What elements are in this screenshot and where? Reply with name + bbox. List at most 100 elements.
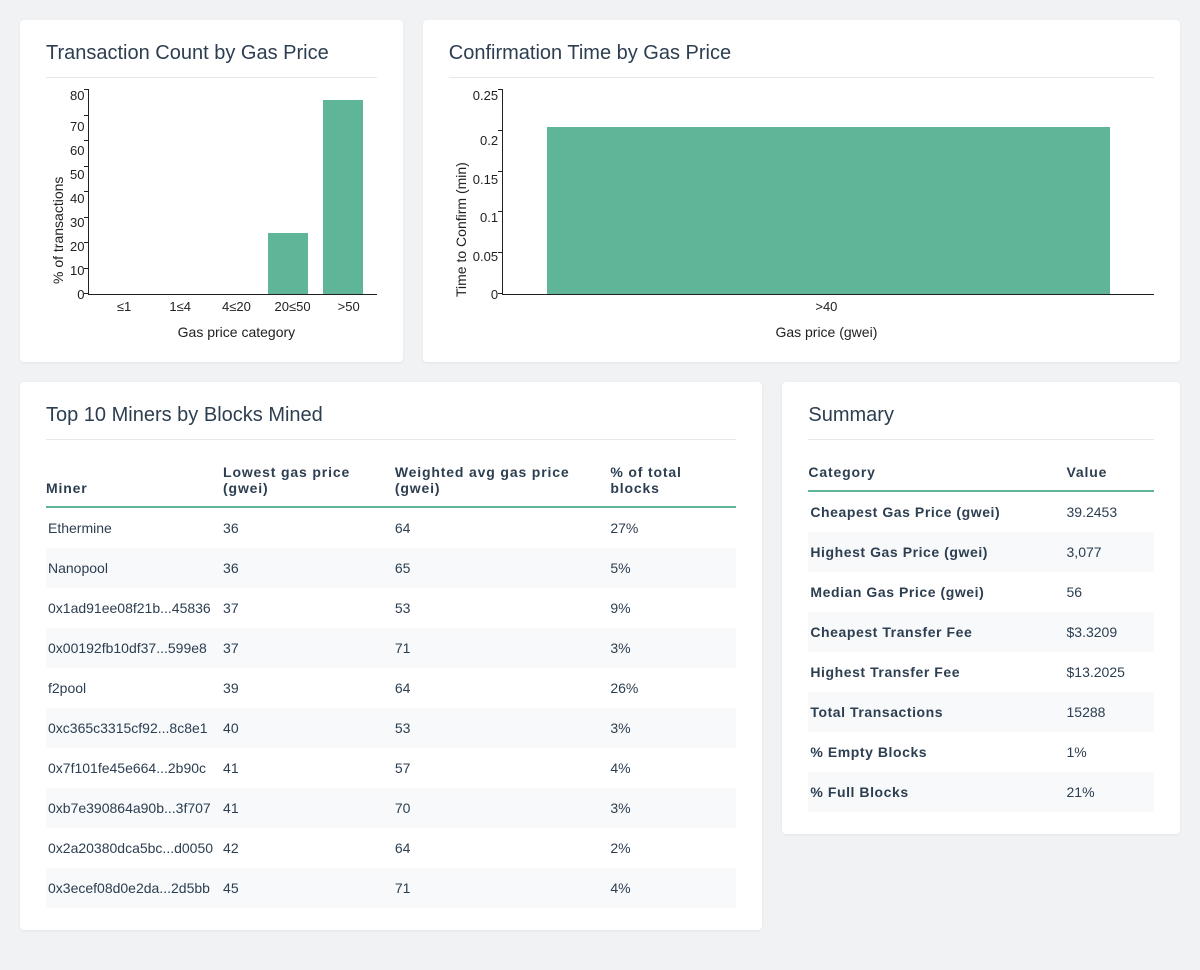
y-tick: 80 <box>70 89 84 102</box>
table-row: 0x3ecef08d0e2da...2d5bb45714% <box>46 868 736 908</box>
x-tick: >50 <box>321 299 377 314</box>
cell-value: 1% <box>1067 732 1154 772</box>
cell-category: % Full Blocks <box>808 772 1066 812</box>
chart-title: Transaction Count by Gas Price <box>46 42 377 78</box>
cell-lowest: 41 <box>223 788 395 828</box>
cell-value: 3,077 <box>1067 532 1154 572</box>
bar-slot <box>151 90 206 294</box>
y-axis: 0.250.20.150.10.050 <box>473 90 502 295</box>
cell-lowest: 37 <box>223 588 395 628</box>
section-title: Top 10 Miners by Blocks Mined <box>46 404 736 440</box>
table-row: Cheapest Transfer Fee$3.3209 <box>808 612 1154 652</box>
cell-weighted: 71 <box>395 868 610 908</box>
chart-body: 80706050403020100 ≤11≤44≤2020≤50>50 Gas … <box>70 90 377 340</box>
bar-slot <box>316 90 371 294</box>
cell-weighted: 53 <box>395 708 610 748</box>
miners-card: Top 10 Miners by Blocks Mined Miner Lowe… <box>20 382 762 930</box>
table-row: 0xb7e390864a90b...3f70741703% <box>46 788 736 828</box>
chart-area: % of transactions 80706050403020100 ≤11≤… <box>46 90 377 340</box>
bar-slot <box>509 90 1148 294</box>
table-row: 0x00192fb10df37...599e837713% <box>46 628 736 668</box>
cell-pct: 5% <box>610 548 736 588</box>
y-tick: 0 <box>491 288 498 301</box>
y-tick: 40 <box>70 192 84 205</box>
cell-value: 15288 <box>1067 692 1154 732</box>
y-tick: 30 <box>70 216 84 229</box>
cell-pct: 26% <box>610 668 736 708</box>
cell-miner: 0xb7e390864a90b...3f707 <box>46 788 223 828</box>
cell-value: $13.2025 <box>1067 652 1154 692</box>
cell-lowest: 45 <box>223 868 395 908</box>
cell-weighted: 64 <box>395 828 610 868</box>
x-tick: ≤1 <box>96 299 152 314</box>
cell-category: % Empty Blocks <box>808 732 1066 772</box>
cell-weighted: 57 <box>395 748 610 788</box>
cell-pct: 9% <box>610 588 736 628</box>
cell-category: Highest Transfer Fee <box>808 652 1066 692</box>
table-row: f2pool396426% <box>46 668 736 708</box>
cell-weighted: 71 <box>395 628 610 668</box>
cell-miner: Nanopool <box>46 548 223 588</box>
y-tick: 10 <box>70 264 84 277</box>
cell-category: Highest Gas Price (gwei) <box>808 532 1066 572</box>
y-axis-label: Time to Confirm (min) <box>449 90 473 340</box>
cell-weighted: 65 <box>395 548 610 588</box>
table-row: Total Transactions15288 <box>808 692 1154 732</box>
cell-weighted: 64 <box>395 507 610 548</box>
cell-category: Cheapest Transfer Fee <box>808 612 1066 652</box>
bars-region <box>502 90 1154 295</box>
cell-lowest: 37 <box>223 628 395 668</box>
summary-card: Summary Category Value Cheapest Gas Pric… <box>782 382 1180 834</box>
table-row: Highest Gas Price (gwei)3,077 <box>808 532 1154 572</box>
cell-pct: 27% <box>610 507 736 548</box>
bar-slot <box>261 90 316 294</box>
cell-value: $3.3209 <box>1067 612 1154 652</box>
cell-miner: 0x1ad91ee08f21b...45836 <box>46 588 223 628</box>
y-tick: 50 <box>70 168 84 181</box>
table-row: Median Gas Price (gwei)56 <box>808 572 1154 612</box>
chart-tx-count: Transaction Count by Gas Price % of tran… <box>20 20 403 362</box>
col-lowest: Lowest gas price (gwei) <box>223 452 395 507</box>
y-tick: 0.1 <box>480 211 498 224</box>
bar-slot <box>206 90 261 294</box>
cell-weighted: 53 <box>395 588 610 628</box>
cell-lowest: 40 <box>223 708 395 748</box>
cell-category: Median Gas Price (gwei) <box>808 572 1066 612</box>
col-weighted: Weighted avg gas price (gwei) <box>395 452 610 507</box>
y-axis: 80706050403020100 <box>70 90 88 295</box>
bar <box>268 233 308 294</box>
cell-value: 21% <box>1067 772 1154 812</box>
x-axis-label: Gas price (gwei) <box>473 314 1154 340</box>
y-tick: 0.2 <box>480 134 498 147</box>
cell-value: 56 <box>1067 572 1154 612</box>
cell-lowest: 42 <box>223 828 395 868</box>
cell-miner: Ethermine <box>46 507 223 548</box>
cell-lowest: 36 <box>223 548 395 588</box>
bar <box>547 127 1109 294</box>
bar <box>323 100 363 294</box>
dashboard: Transaction Count by Gas Price % of tran… <box>20 20 1180 930</box>
table-row: % Full Blocks21% <box>808 772 1154 812</box>
col-pct: % of total blocks <box>610 452 736 507</box>
cell-pct: 3% <box>610 788 736 828</box>
cell-lowest: 36 <box>223 507 395 548</box>
cell-miner: 0x3ecef08d0e2da...2d5bb <box>46 868 223 908</box>
summary-table: Category Value Cheapest Gas Price (gwei)… <box>808 452 1154 812</box>
chart-area: Time to Confirm (min) 0.250.20.150.10.05… <box>449 90 1154 340</box>
y-tick: 60 <box>70 144 84 157</box>
cell-miner: 0x00192fb10df37...599e8 <box>46 628 223 668</box>
top-row: Transaction Count by Gas Price % of tran… <box>20 20 1180 362</box>
chart-body: 0.250.20.150.10.050 >40 Gas price (gwei) <box>473 90 1154 340</box>
y-tick: 0.15 <box>473 173 498 186</box>
table-row: 0x7f101fe45e664...2b90c41574% <box>46 748 736 788</box>
cell-pct: 4% <box>610 868 736 908</box>
col-value: Value <box>1067 452 1154 491</box>
table-row: % Empty Blocks1% <box>808 732 1154 772</box>
plot: 0.250.20.150.10.050 <box>473 90 1154 295</box>
x-tick: 20≤50 <box>264 299 320 314</box>
cell-pct: 4% <box>610 748 736 788</box>
table-row: Cheapest Gas Price (gwei)39.2453 <box>808 491 1154 532</box>
table-row: 0x1ad91ee08f21b...4583637539% <box>46 588 736 628</box>
x-axis: ≤11≤44≤2020≤50>50 <box>70 295 377 314</box>
table-row: Highest Transfer Fee$13.2025 <box>808 652 1154 692</box>
